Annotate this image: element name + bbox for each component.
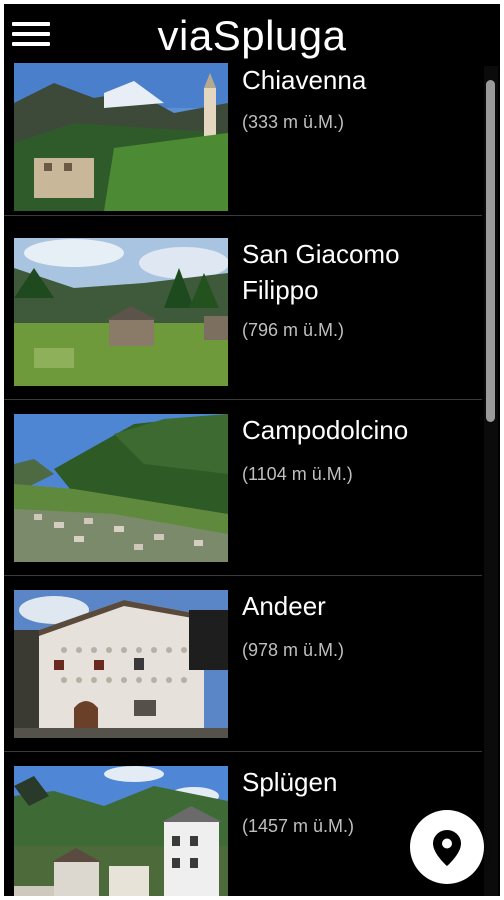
app-frame: viaSpluga Chiavenna (333 m ü.M.) San Gia… — [4, 4, 500, 896]
place-name: Splügen — [242, 767, 338, 797]
place-photo — [14, 414, 228, 562]
list-item[interactable]: San Giacomo Filippo (796 m ü.M.) — [4, 224, 482, 400]
place-name: Chiavenna — [242, 65, 367, 95]
scrollbar-thumb[interactable] — [486, 80, 495, 422]
list-item[interactable]: Campodolcino (1104 m ü.M.) — [4, 400, 482, 576]
place-photo — [14, 766, 228, 896]
list-item[interactable]: Andeer (978 m ü.M.) — [4, 576, 482, 752]
place-elevation: (978 m ü.M.) — [242, 640, 345, 660]
place-elevation: (1457 m ü.M.) — [242, 816, 355, 836]
list-item[interactable]: Chiavenna (333 m ü.M.) — [4, 62, 482, 216]
place-name: Campodolcino — [242, 415, 409, 445]
list-scrollbar[interactable] — [484, 66, 498, 896]
place-name: San Giacomo Filippo — [242, 239, 400, 305]
place-elevation: (796 m ü.M.) — [242, 320, 345, 340]
map-button[interactable] — [410, 810, 484, 884]
place-name: Andeer — [242, 591, 326, 621]
place-elevation: (1104 m ü.M.) — [242, 464, 353, 484]
app-header: viaSpluga — [4, 4, 500, 62]
app-title: viaSpluga — [157, 12, 347, 59]
place-photo — [14, 238, 228, 386]
places-list[interactable]: Chiavenna (333 m ü.M.) San Giacomo Filip… — [4, 62, 482, 896]
place-photo — [14, 63, 228, 211]
map-pin-icon — [433, 830, 461, 866]
list-item[interactable]: Splügen (1457 m ü.M.) — [4, 752, 482, 896]
place-photo — [14, 590, 228, 738]
place-elevation: (333 m ü.M.) — [242, 112, 345, 132]
